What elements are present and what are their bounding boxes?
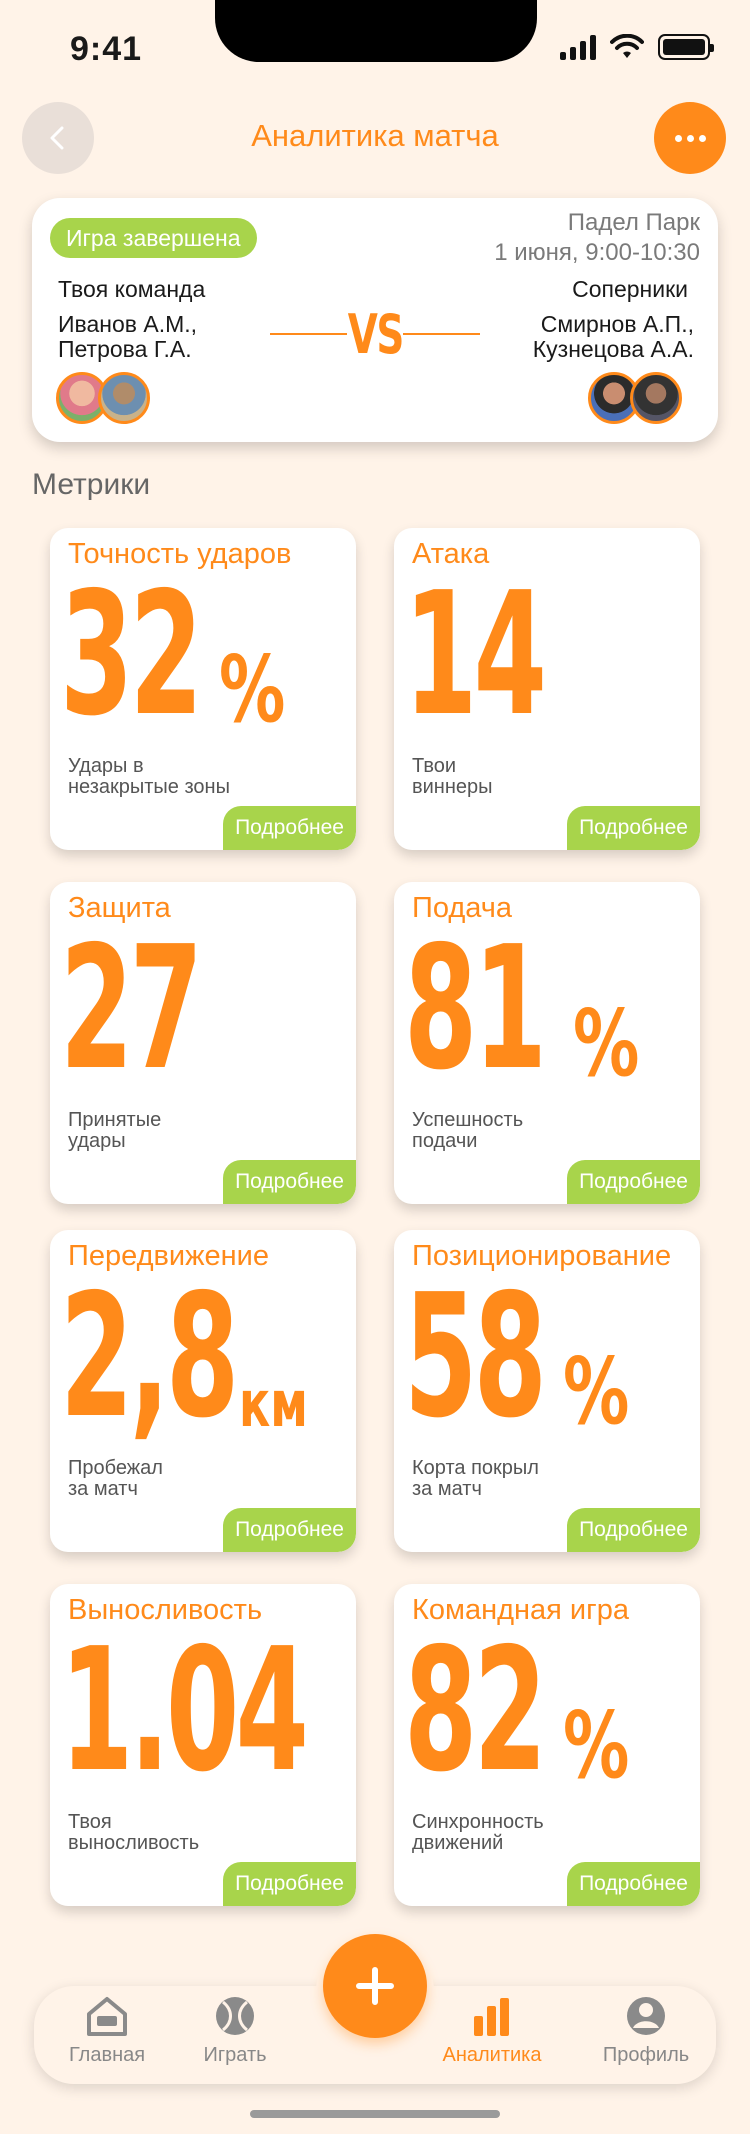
metric-description: Пробежал за матч <box>68 1457 163 1500</box>
tab-profile[interactable]: Профиль <box>581 1994 711 2067</box>
match-card[interactable]: Игра завершена Падел Парк 1 июня, 9:00-1… <box>32 198 718 442</box>
home-team-label: Твоя команда <box>58 276 206 302</box>
battery-icon <box>658 34 714 60</box>
metric-card-positioning[interactable]: Позиционирование 58% Корта покрыл за мат… <box>394 1230 700 1552</box>
metric-value: 14 <box>404 556 547 754</box>
away-team-players: Смирнов А.П., Кузнецова А.А. <box>533 312 694 362</box>
away-team-avatars <box>588 372 682 424</box>
avatar <box>98 372 150 424</box>
metric-description: Успешность подачи <box>412 1109 524 1152</box>
metric-description: Принятые удары <box>68 1109 162 1152</box>
metric-card-serve[interactable]: Подача 81% Успешность подачи Подробнее <box>394 882 700 1204</box>
metric-description: Удары в незакрытые зоны <box>68 755 230 798</box>
wifi-icon <box>610 34 644 58</box>
match-datetime: 1 июня, 9:00-10:30 <box>494 239 700 266</box>
metric-value: 81% <box>404 910 639 1108</box>
metric-card-accuracy[interactable]: Точность ударов 32% Удары в незакрытые з… <box>50 528 356 850</box>
details-button[interactable]: Подробнее <box>223 1160 356 1204</box>
avatar <box>630 372 682 424</box>
metric-description: Корта покрыл за матч <box>412 1457 539 1500</box>
details-button[interactable]: Подробнее <box>223 1862 356 1906</box>
metric-card-endurance[interactable]: Выносливость 1.04 Твоя выносливость Подр… <box>50 1584 356 1906</box>
metric-description: Твоя выносливость <box>68 1811 200 1854</box>
home-player-2: Петрова Г.А. <box>58 336 192 362</box>
home-player-1: Иванов А.М., <box>58 311 198 337</box>
home-indicator <box>250 2110 500 2118</box>
metrics-section-title: Метрики <box>32 468 151 501</box>
metric-description: Синхронность движений <box>412 1811 544 1854</box>
match-venue-info: Падел Парк 1 июня, 9:00-10:30 <box>494 208 700 268</box>
status-icons <box>560 34 714 60</box>
status-time: 9:41 <box>70 30 143 68</box>
metric-value: 1.04 <box>60 1612 309 1810</box>
tab-home[interactable]: Главная <box>42 1994 172 2067</box>
metric-value: 82% <box>404 1612 629 1810</box>
details-button[interactable]: Подробнее <box>567 1160 700 1204</box>
more-button[interactable] <box>654 102 726 174</box>
details-button[interactable]: Подробнее <box>223 806 356 850</box>
metric-value: 32% <box>60 556 285 754</box>
tab-label: Играть <box>203 2044 267 2066</box>
metric-card-defense[interactable]: Защита 27 Принятые удары Подробнее <box>50 882 356 1204</box>
metric-description: Твои виннеры <box>412 755 493 798</box>
away-team-label: Соперники <box>572 276 688 302</box>
tab-label: Профиль <box>602 2044 690 2066</box>
tab-analytics[interactable]: Аналитика <box>427 1994 557 2067</box>
more-icon <box>674 134 682 142</box>
page-title: Аналитика матча <box>251 118 499 153</box>
details-button[interactable]: Подробнее <box>567 1862 700 1906</box>
add-button[interactable] <box>323 1934 427 2038</box>
tab-play[interactable]: Играть <box>170 1994 300 2067</box>
signal-icon <box>560 34 596 60</box>
venue-name: Падел Парк <box>567 209 700 236</box>
metric-card-teamplay[interactable]: Командная игра 82% Синхронность движений… <box>394 1584 700 1906</box>
metric-value: 27 <box>60 910 203 1108</box>
match-status-badge: Игра завершена <box>50 218 257 258</box>
metric-value: 2,8 км <box>60 1258 309 1456</box>
versus-divider: VS <box>270 302 480 366</box>
metric-value: 58% <box>404 1258 629 1456</box>
home-icon <box>87 1997 127 2036</box>
away-player-1: Смирнов А.П., <box>540 311 694 337</box>
tab-label: Аналитика <box>442 2044 542 2066</box>
profile-icon <box>627 1997 665 2035</box>
metric-card-attack[interactable]: Атака 14 Твои виннеры Подробнее <box>394 528 700 850</box>
bar-chart-icon <box>474 1998 509 2036</box>
device-notch <box>215 0 537 62</box>
away-player-2: Кузнецова А.А. <box>532 336 694 362</box>
home-team-avatars <box>56 372 150 424</box>
details-button[interactable]: Подробнее <box>223 1508 356 1552</box>
details-button[interactable]: Подробнее <box>567 1508 700 1552</box>
app-screen: 9:41 Аналитика матча Игра завершена Паде… <box>0 0 750 2134</box>
vs-label: VS <box>347 302 404 366</box>
tab-label: Главная <box>68 2044 146 2066</box>
metric-card-movement[interactable]: Передвижение 2,8 км Пробежал за матч Подр… <box>50 1230 356 1552</box>
plus-icon <box>356 1967 394 2005</box>
ball-icon <box>216 1997 254 2035</box>
home-team-players: Иванов А.М., Петрова Г.А. <box>58 312 197 362</box>
details-button[interactable]: Подробнее <box>567 806 700 850</box>
